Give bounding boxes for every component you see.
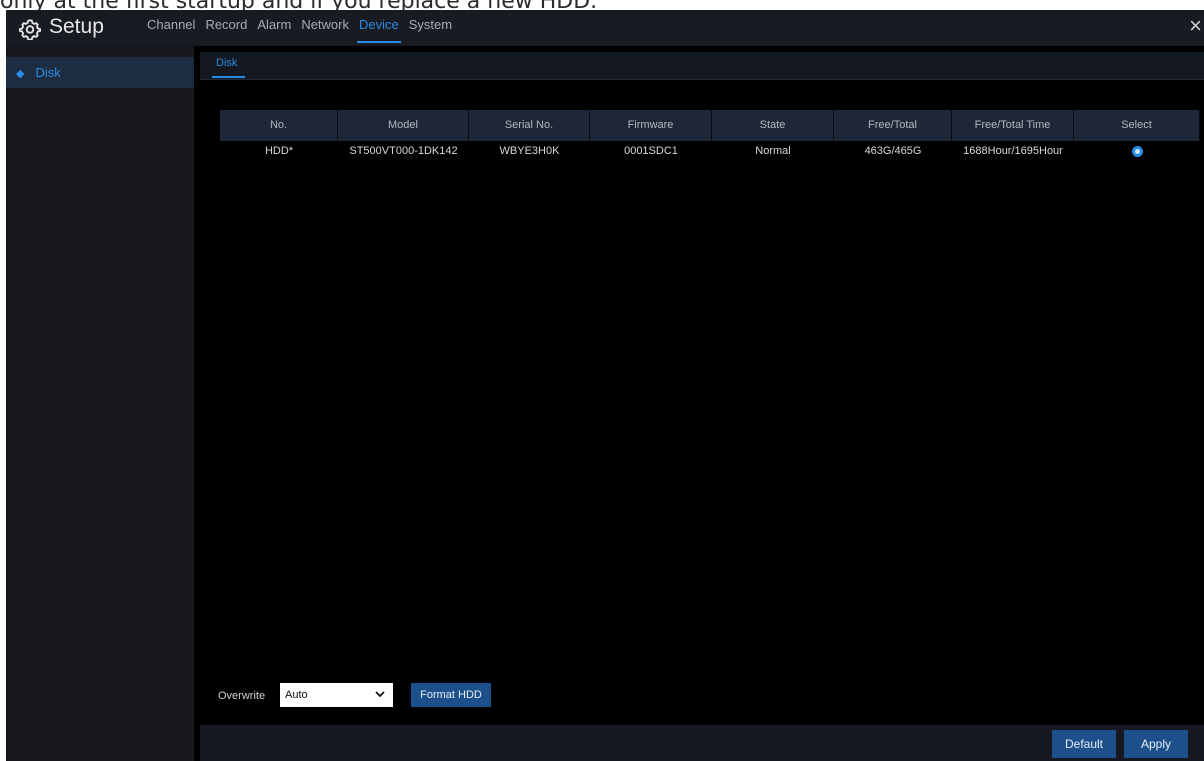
- col-select: Select: [1074, 110, 1200, 141]
- col-state: State: [712, 110, 834, 141]
- diamond-icon: ◆: [16, 68, 25, 80]
- cell-no: HDD*: [264, 145, 294, 157]
- sidebar-item-label: Disk: [35, 65, 61, 80]
- sidebar: ◆ Disk: [6, 46, 194, 761]
- menu-system[interactable]: System: [404, 10, 457, 46]
- footer-bar: Default Apply: [200, 725, 1204, 761]
- col-free-total: Free/Total: [834, 110, 952, 141]
- sub-tab-bar: Disk: [200, 52, 1204, 80]
- overwrite-label: Overwrite: [218, 690, 266, 702]
- cell-free-total-time: 1688Hour/1695Hour: [963, 145, 1063, 157]
- col-firmware: Firmware: [590, 110, 712, 141]
- menu-network[interactable]: Network: [296, 10, 354, 46]
- cell-select: [1074, 141, 1200, 163]
- cell-serial: WBYE3H0K: [499, 145, 560, 157]
- default-button[interactable]: Default: [1052, 730, 1116, 758]
- cell-model: ST500VT000-1DK142: [349, 145, 458, 157]
- main-content: Disk No. Model Serial No. Firmware State…: [200, 46, 1204, 725]
- col-no: No.: [220, 110, 338, 141]
- menu-alarm[interactable]: Alarm: [252, 10, 296, 46]
- col-free-total-time: Free/Total Time: [952, 110, 1074, 141]
- chevron-down-icon: [375, 691, 385, 698]
- menu-record[interactable]: Record: [200, 10, 252, 46]
- table-header: No. Model Serial No. Firmware State Free…: [220, 110, 1200, 141]
- top-menu-bar: Setup Channel Record Alarm Network Devic…: [6, 10, 1204, 46]
- overwrite-select[interactable]: Auto: [280, 683, 393, 707]
- col-model: Model: [338, 110, 469, 141]
- format-hdd-button[interactable]: Format HDD: [411, 683, 491, 707]
- cell-state: Normal: [755, 145, 791, 157]
- sidebar-item-disk[interactable]: ◆ Disk: [6, 57, 194, 88]
- menu-channel[interactable]: Channel: [142, 10, 200, 46]
- disk-table: No. Model Serial No. Firmware State Free…: [220, 110, 1200, 163]
- cell-free-total: 463G/465G: [864, 145, 922, 157]
- table-row[interactable]: HDD* ST500VT000-1DK142 WBYE3H0K 0001SDC1…: [220, 141, 1200, 163]
- menu-device[interactable]: Device: [354, 10, 404, 46]
- apply-button[interactable]: Apply: [1124, 730, 1188, 758]
- col-serial: Serial No.: [469, 110, 590, 141]
- select-radio[interactable]: [1131, 145, 1143, 157]
- tab-disk[interactable]: Disk: [211, 57, 246, 79]
- gear-icon: [19, 19, 41, 40]
- setup-window: Setup Channel Record Alarm Network Devic…: [6, 10, 1204, 761]
- main-menu: Channel Record Alarm Network Device Syst…: [142, 10, 457, 46]
- cell-firmware: 0001SDC1: [624, 145, 678, 157]
- overwrite-value: Auto: [285, 689, 308, 701]
- app-title: Setup: [49, 15, 104, 38]
- close-icon[interactable]: ×: [1189, 14, 1202, 38]
